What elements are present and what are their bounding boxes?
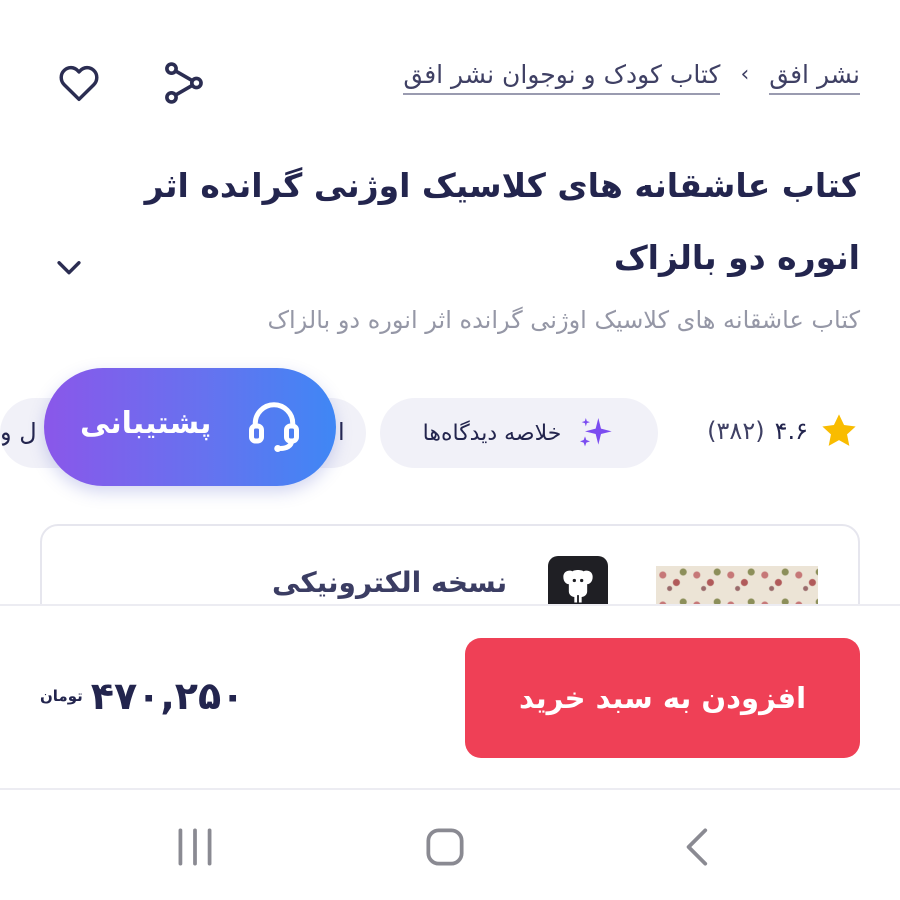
breadcrumb-category[interactable]: کتاب کودک و نوجوان نشر افق [403,60,721,95]
reviews-summary-chip[interactable]: خلاصه دیدگاه‌ها [380,398,658,468]
headset-icon [249,402,299,452]
system-navigation-bar [0,788,900,900]
partial-chip-right-text: ا [338,418,345,446]
recent-apps-icon[interactable] [170,822,220,872]
bottom-purchase-bar: افزودن به سبد خرید ۴۷۰,۲۵۰ تومان [0,604,900,788]
elephant-icon [563,569,593,603]
rating-value: ۴.۶ [774,417,808,445]
partial-chip-left-text: ل و [0,418,37,446]
rating[interactable]: ۴.۶ (۳۸۲) [707,410,860,452]
chevron-down-icon[interactable] [52,250,86,284]
top-header: نشر افق › کتاب کودک و نوجوان نشر افق [0,48,900,118]
ebook-variant-label: نسخه الکترونیکی [272,566,508,599]
back-icon[interactable] [674,822,724,872]
share-icon[interactable] [160,60,206,106]
price: ۴۷۰,۲۵۰ تومان [40,674,244,718]
product-title: کتاب عاشقانه های کلاسیک اوژنی گرانده اثر… [144,166,860,277]
breadcrumb-publisher[interactable]: نشر افق [769,60,860,95]
heart-icon[interactable] [56,60,102,106]
rating-count: (۳۸۲) [707,417,765,445]
product-subtitle: کتاب عاشقانه های کلاسیک اوژنی گرانده اثر… [267,306,861,334]
reviews-summary-label: خلاصه دیدگاه‌ها [422,420,562,446]
support-button[interactable]: پشتیبانی [44,368,336,486]
breadcrumb: نشر افق › کتاب کودک و نوجوان نشر افق [403,60,860,95]
support-label: پشتیبانی [80,406,212,441]
breadcrumb-separator: › [740,62,750,87]
add-to-cart-button[interactable]: افزودن به سبد خرید [465,638,860,758]
home-icon[interactable] [420,822,470,872]
currency-label: تومان [40,687,83,705]
star-icon [822,414,856,446]
sparkle-icon [580,418,613,447]
price-value: ۴۷۰,۲۵۰ [90,674,245,718]
